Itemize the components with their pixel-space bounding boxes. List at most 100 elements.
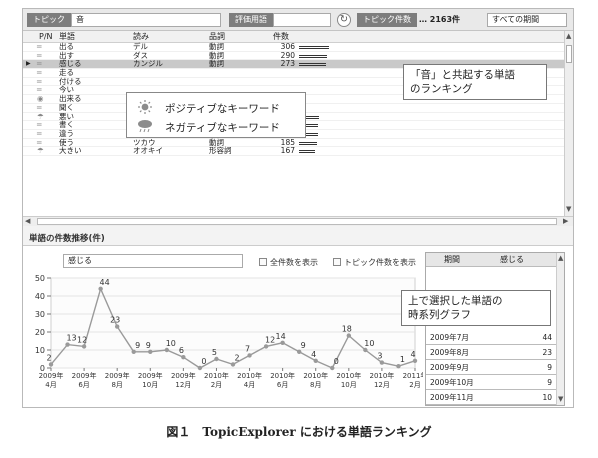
cell-reading: オオキイ xyxy=(133,146,163,156)
x-tick-label: 8月 xyxy=(310,381,321,389)
selected-word-field[interactable]: 感じる xyxy=(63,254,243,268)
data-point xyxy=(65,342,70,347)
x-tick-label: 12月 xyxy=(374,381,390,389)
refresh-icon[interactable]: ↻ xyxy=(337,13,351,27)
scroll-down-icon[interactable]: ▼ xyxy=(566,205,571,213)
data-label: 5 xyxy=(212,348,217,357)
x-tick-label: 2月 xyxy=(409,381,420,389)
grid-horizontal-scrollbar[interactable]: ◀ ▶ xyxy=(23,216,573,226)
data-label: 1 xyxy=(400,355,405,364)
toolbar: トピック 音 評価用語 ↻ トピック件数 … 2163件 すべての期間 xyxy=(23,9,573,31)
count-bar xyxy=(299,63,326,67)
data-point xyxy=(396,364,401,369)
cell-pos: 形容詞 xyxy=(209,146,232,156)
hscroll-thumb[interactable] xyxy=(37,218,557,225)
x-tick-label: 2010年 xyxy=(270,371,295,380)
y-tick-label: 30 xyxy=(35,310,45,319)
data-point xyxy=(346,333,352,338)
grid-vertical-scrollbar[interactable]: ▲ ▼ xyxy=(564,31,573,216)
period-table-scrollbar[interactable]: ▲ ▼ xyxy=(556,253,564,405)
x-tick-label: 4月 xyxy=(45,381,56,389)
data-point xyxy=(164,347,170,353)
show-total-label: 全件数を表示 xyxy=(270,258,318,267)
x-tick-label: 10月 xyxy=(341,381,357,389)
x-tick-label: 2月 xyxy=(211,381,222,389)
data-point xyxy=(296,349,302,354)
period-table: 期間 感じる 2009年7月 44 2009年8月 23 2009年9月 9 2009年10… xyxy=(425,252,565,406)
y-tick-label: 10 xyxy=(35,346,45,355)
data-point xyxy=(181,355,186,360)
data-label: 14 xyxy=(276,332,286,341)
sun-icon: ◉ xyxy=(37,94,44,104)
period-row[interactable]: 2009年9月 9 xyxy=(426,360,556,375)
sun-icon xyxy=(138,100,152,114)
period-select[interactable]: すべての期間 xyxy=(487,13,567,27)
data-point xyxy=(48,362,54,367)
show-topic-count-checkbox[interactable]: トピック件数を表示 xyxy=(333,257,416,268)
x-tick-label: 6月 xyxy=(277,381,288,389)
period-cell: 2009年10月 xyxy=(430,378,474,387)
graph-callout: 上で選択した単語の 時系列グラフ xyxy=(401,290,551,326)
data-point xyxy=(313,358,318,363)
trend-panel: 感じる 全件数を表示 トピック件数を表示 0 10 20 30 40 50 2009年 4月 2… xyxy=(23,245,573,407)
data-label: 4 xyxy=(410,350,415,359)
y-tick-label: 40 xyxy=(35,292,45,301)
data-label: 7 xyxy=(245,344,250,353)
data-point xyxy=(197,365,203,371)
period-row[interactable]: 2009年11月 10 xyxy=(426,390,556,405)
x-tick-label: 2010年 xyxy=(336,371,361,380)
period-cell: 2009年9月 xyxy=(430,363,469,372)
count-bar xyxy=(299,54,327,58)
rain-cloud-icon xyxy=(138,120,152,133)
scroll-left-icon[interactable]: ◀ xyxy=(25,217,30,225)
cell-word: 大きい xyxy=(59,146,82,156)
data-point xyxy=(148,349,153,354)
x-tick-label: 2009年 xyxy=(39,371,64,380)
show-topic-count-label: トピック件数を表示 xyxy=(344,258,416,267)
show-total-checkbox[interactable]: 全件数を表示 xyxy=(259,257,318,268)
x-tick-label: 2010年 xyxy=(237,371,262,380)
data-point xyxy=(412,358,418,363)
scroll-right-icon[interactable]: ▶ xyxy=(563,217,568,225)
data-label: 10 xyxy=(364,339,374,348)
eval-term-input[interactable] xyxy=(273,13,331,27)
row-selected-icon: ▶ xyxy=(26,60,31,68)
period-cell: 2009年11月 xyxy=(430,393,474,402)
count-bar xyxy=(299,141,317,145)
scroll-up-icon[interactable]: ▲ xyxy=(566,32,571,40)
period-cell: 2009年8月 xyxy=(430,348,469,357)
table-row[interactable]: ☂ 大きい オオキイ 形容詞 167 xyxy=(23,146,564,156)
cell-reading: カンジル xyxy=(133,59,163,69)
data-point xyxy=(280,340,285,345)
eval-term-label: 評価用語 xyxy=(229,13,273,27)
data-label: 4 xyxy=(311,350,316,359)
period-row[interactable]: 2009年8月 23 xyxy=(426,345,556,360)
pn-legend: ポジティブなキーワード ネガティブなキーワード xyxy=(126,92,306,138)
y-tick-label: 20 xyxy=(35,328,45,337)
period-col[interactable]: 期間 xyxy=(444,253,460,267)
neutral-icon: ═ xyxy=(37,68,42,78)
data-label: 0 xyxy=(201,357,206,366)
period-row[interactable]: 2009年7月 44 xyxy=(426,330,556,345)
value-cell: 9 xyxy=(547,363,552,372)
topic-input[interactable]: 音 xyxy=(71,13,221,27)
word-col[interactable]: 感じる xyxy=(500,253,524,267)
value-cell: 9 xyxy=(547,378,552,387)
value-cell: 23 xyxy=(542,348,552,357)
period-row[interactable]: 2009年10月 9 xyxy=(426,375,556,390)
data-label: 18 xyxy=(342,325,352,334)
neutral-icon: ═ xyxy=(37,102,42,112)
figure-caption: 図１ TopicExplorer における単語ランキング xyxy=(166,425,432,439)
data-label: 10 xyxy=(166,339,176,348)
x-tick-label: 2009年 xyxy=(138,371,163,380)
ptable-up-icon[interactable]: ▲ xyxy=(558,254,563,262)
scroll-thumb[interactable] xyxy=(566,45,572,63)
data-label: 9 xyxy=(146,341,151,350)
data-label: 23 xyxy=(110,316,120,325)
topic-label: トピック xyxy=(27,13,71,27)
data-label: 2 xyxy=(234,353,239,362)
ptable-down-icon[interactable]: ▼ xyxy=(558,395,563,403)
topic-explorer-window: トピック 音 評価用語 ↻ トピック件数 … 2163件 すべての期間 P/N … xyxy=(22,8,574,408)
plot-area xyxy=(50,277,416,369)
data-label: 13 xyxy=(66,334,76,343)
